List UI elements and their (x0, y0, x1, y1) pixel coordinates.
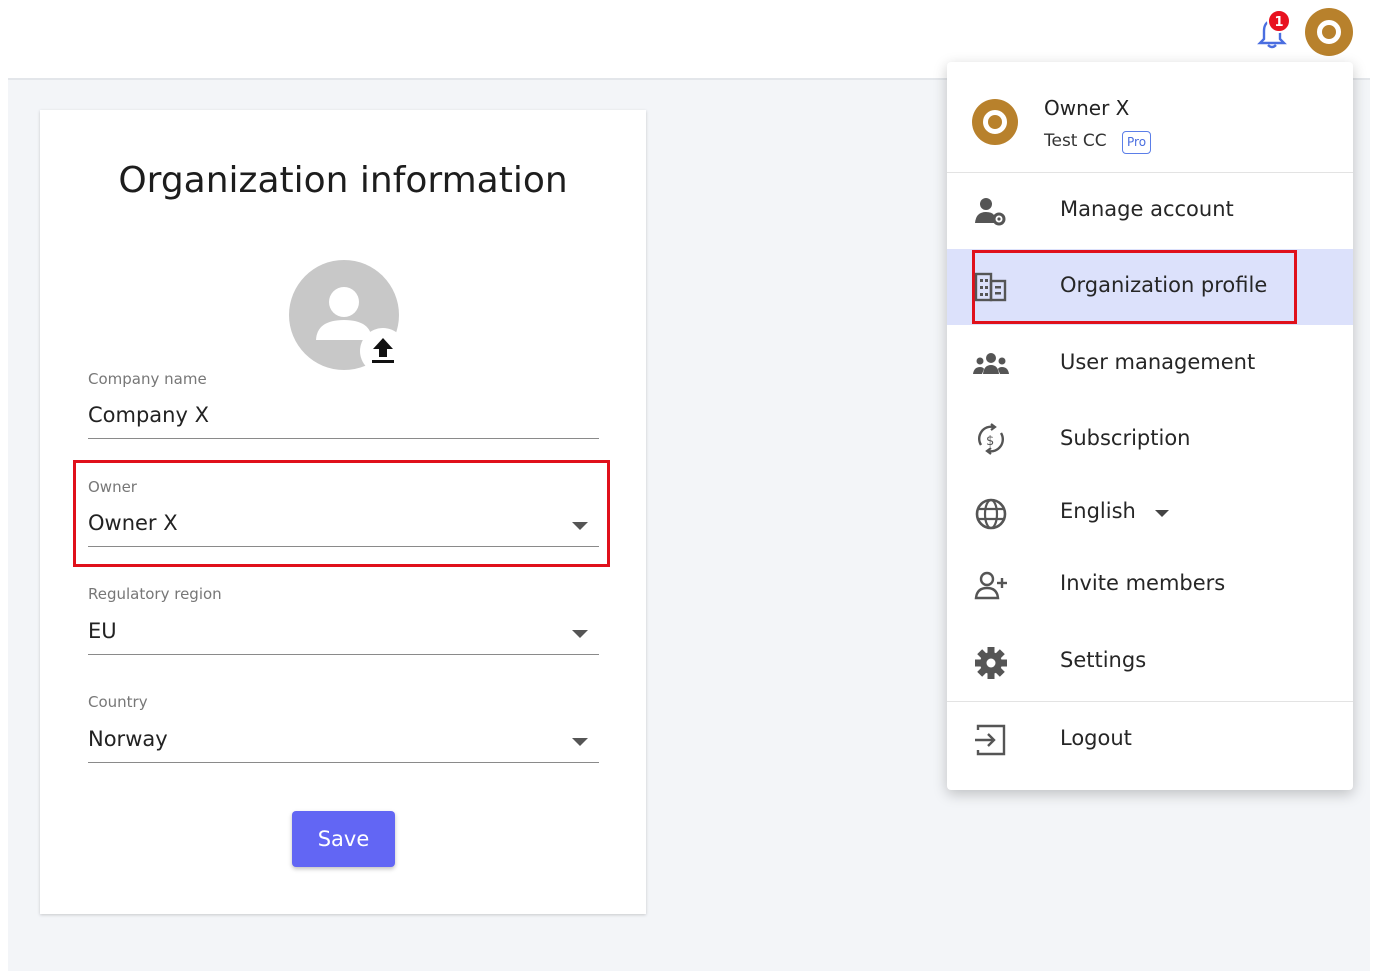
owner-select[interactable]: Owner X (88, 511, 178, 535)
gear-icon (972, 645, 1010, 681)
company-name-underline (88, 438, 599, 439)
country-select[interactable]: Norway (88, 727, 168, 751)
subscription-icon: $ (972, 421, 1010, 457)
country-label: Country (88, 693, 148, 711)
menu-item-label: English (1060, 499, 1136, 523)
menu-item-label: Organization profile (1060, 273, 1268, 297)
owner-label: Owner (88, 478, 137, 496)
upload-avatar-button[interactable] (360, 328, 406, 374)
company-name-label: Company name (88, 370, 207, 388)
language-caret-icon[interactable] (1155, 510, 1169, 517)
upload-icon (372, 338, 394, 363)
save-button[interactable]: Save (292, 811, 395, 867)
owner-dropdown-arrow-icon[interactable] (572, 522, 588, 530)
menu-item-label: Manage account (1060, 197, 1234, 221)
users-icon (972, 346, 1010, 382)
regulatory-region-dropdown-arrow-icon[interactable] (572, 630, 588, 638)
invite-icon (972, 568, 1010, 604)
svg-text:$: $ (986, 434, 994, 449)
menu-item-label: Subscription (1060, 426, 1191, 450)
page-title: Organization information (118, 160, 568, 201)
country-underline (88, 762, 599, 763)
globe-icon (972, 496, 1010, 532)
menu-user-name: Owner X (1044, 96, 1130, 120)
regulatory-region-underline (88, 654, 599, 655)
menu-item-label: User management (1060, 350, 1256, 374)
logout-icon (972, 722, 1010, 758)
owner-underline (88, 546, 599, 547)
menu-avatar (972, 99, 1018, 145)
regulatory-region-label: Regulatory region (88, 585, 222, 603)
menu-org-name: Test CC (1044, 131, 1107, 151)
plan-badge: Pro (1122, 131, 1152, 154)
notification-badge: 1 (1267, 9, 1291, 33)
country-dropdown-arrow-icon[interactable] (572, 738, 588, 746)
manage-account-icon (972, 193, 1010, 229)
menu-item-label: Logout (1060, 726, 1132, 750)
building-icon (972, 269, 1010, 305)
user-avatar[interactable] (1305, 8, 1353, 56)
company-name-input[interactable]: Company X (88, 403, 209, 427)
menu-item-label: Invite members (1060, 571, 1226, 595)
menu-item-label: Settings (1060, 648, 1147, 672)
regulatory-region-select[interactable]: EU (88, 619, 117, 643)
